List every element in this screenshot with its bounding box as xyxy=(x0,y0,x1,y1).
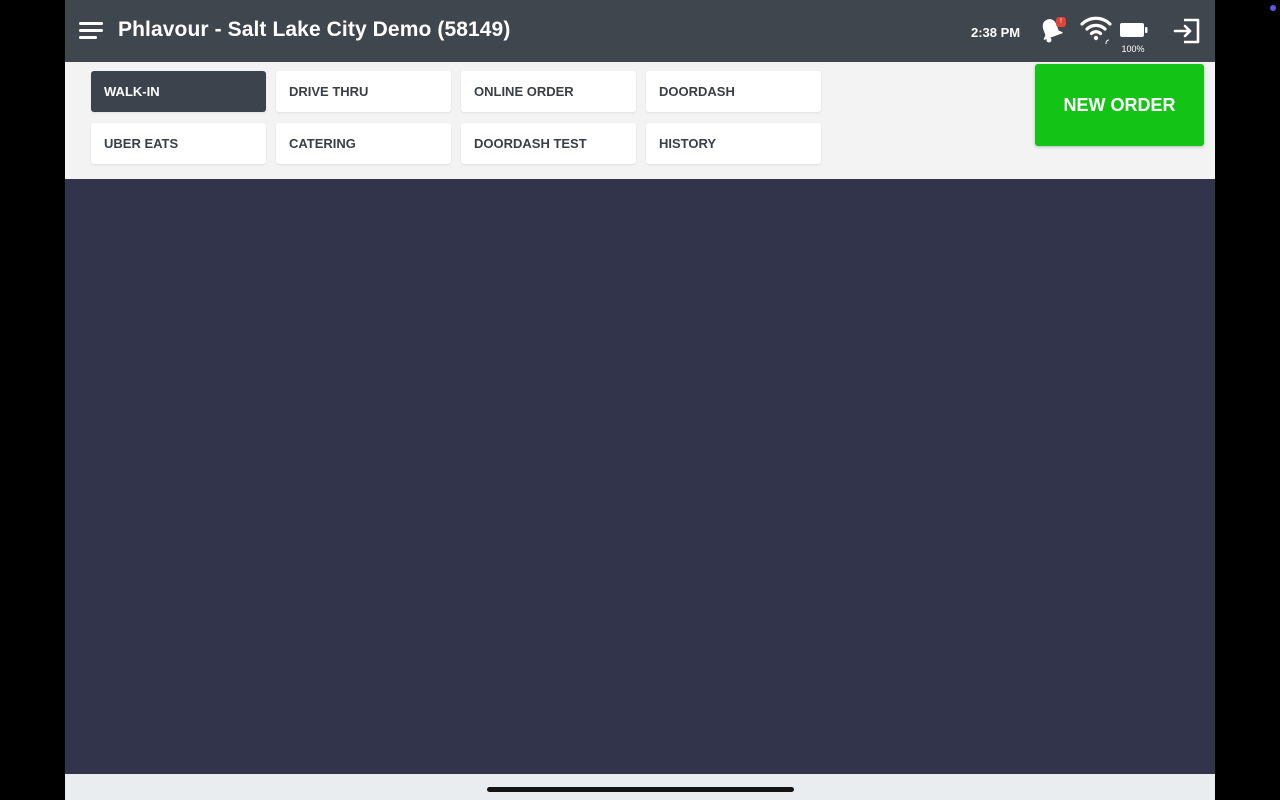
logout-icon[interactable] xyxy=(1173,16,1203,46)
page-title: Phlavour - Salt Lake City Demo (58149) xyxy=(118,18,511,41)
tab-drive-thru[interactable]: DRIVE THRU xyxy=(276,71,451,112)
bell-icon[interactable]: ! xyxy=(1038,16,1066,44)
notification-badge: ! xyxy=(1056,17,1066,27)
app-screen: Phlavour - Salt Lake City Demo (58149) 2… xyxy=(65,0,1215,800)
clock-time: 2:38 PM xyxy=(971,25,1021,40)
tab-doordash-test[interactable]: DOORDASH TEST xyxy=(461,123,636,164)
order-type-tabs: WALK-IN DRIVE THRU ONLINE ORDER DOORDASH… xyxy=(65,62,1215,179)
tab-history[interactable]: HISTORY xyxy=(646,123,821,164)
status-dot xyxy=(1270,5,1276,11)
top-app-bar: Phlavour - Salt Lake City Demo (58149) 2… xyxy=(65,0,1215,62)
tab-doordash[interactable]: DOORDASH xyxy=(646,71,821,112)
battery-percentage: 100% xyxy=(1121,44,1145,54)
tab-walk-in[interactable]: WALK-IN xyxy=(91,71,266,112)
new-order-button[interactable]: NEW ORDER xyxy=(1035,64,1204,146)
hamburger-menu-icon[interactable] xyxy=(77,19,105,43)
tab-catering[interactable]: CATERING xyxy=(276,123,451,164)
wifi-icon xyxy=(1080,14,1112,47)
battery-icon xyxy=(1119,22,1149,38)
tab-uber-eats[interactable]: UBER EATS xyxy=(91,123,266,164)
home-indicator[interactable] xyxy=(487,787,794,792)
tab-online-order[interactable]: ONLINE ORDER xyxy=(461,71,636,112)
bottom-bar xyxy=(65,774,1215,800)
